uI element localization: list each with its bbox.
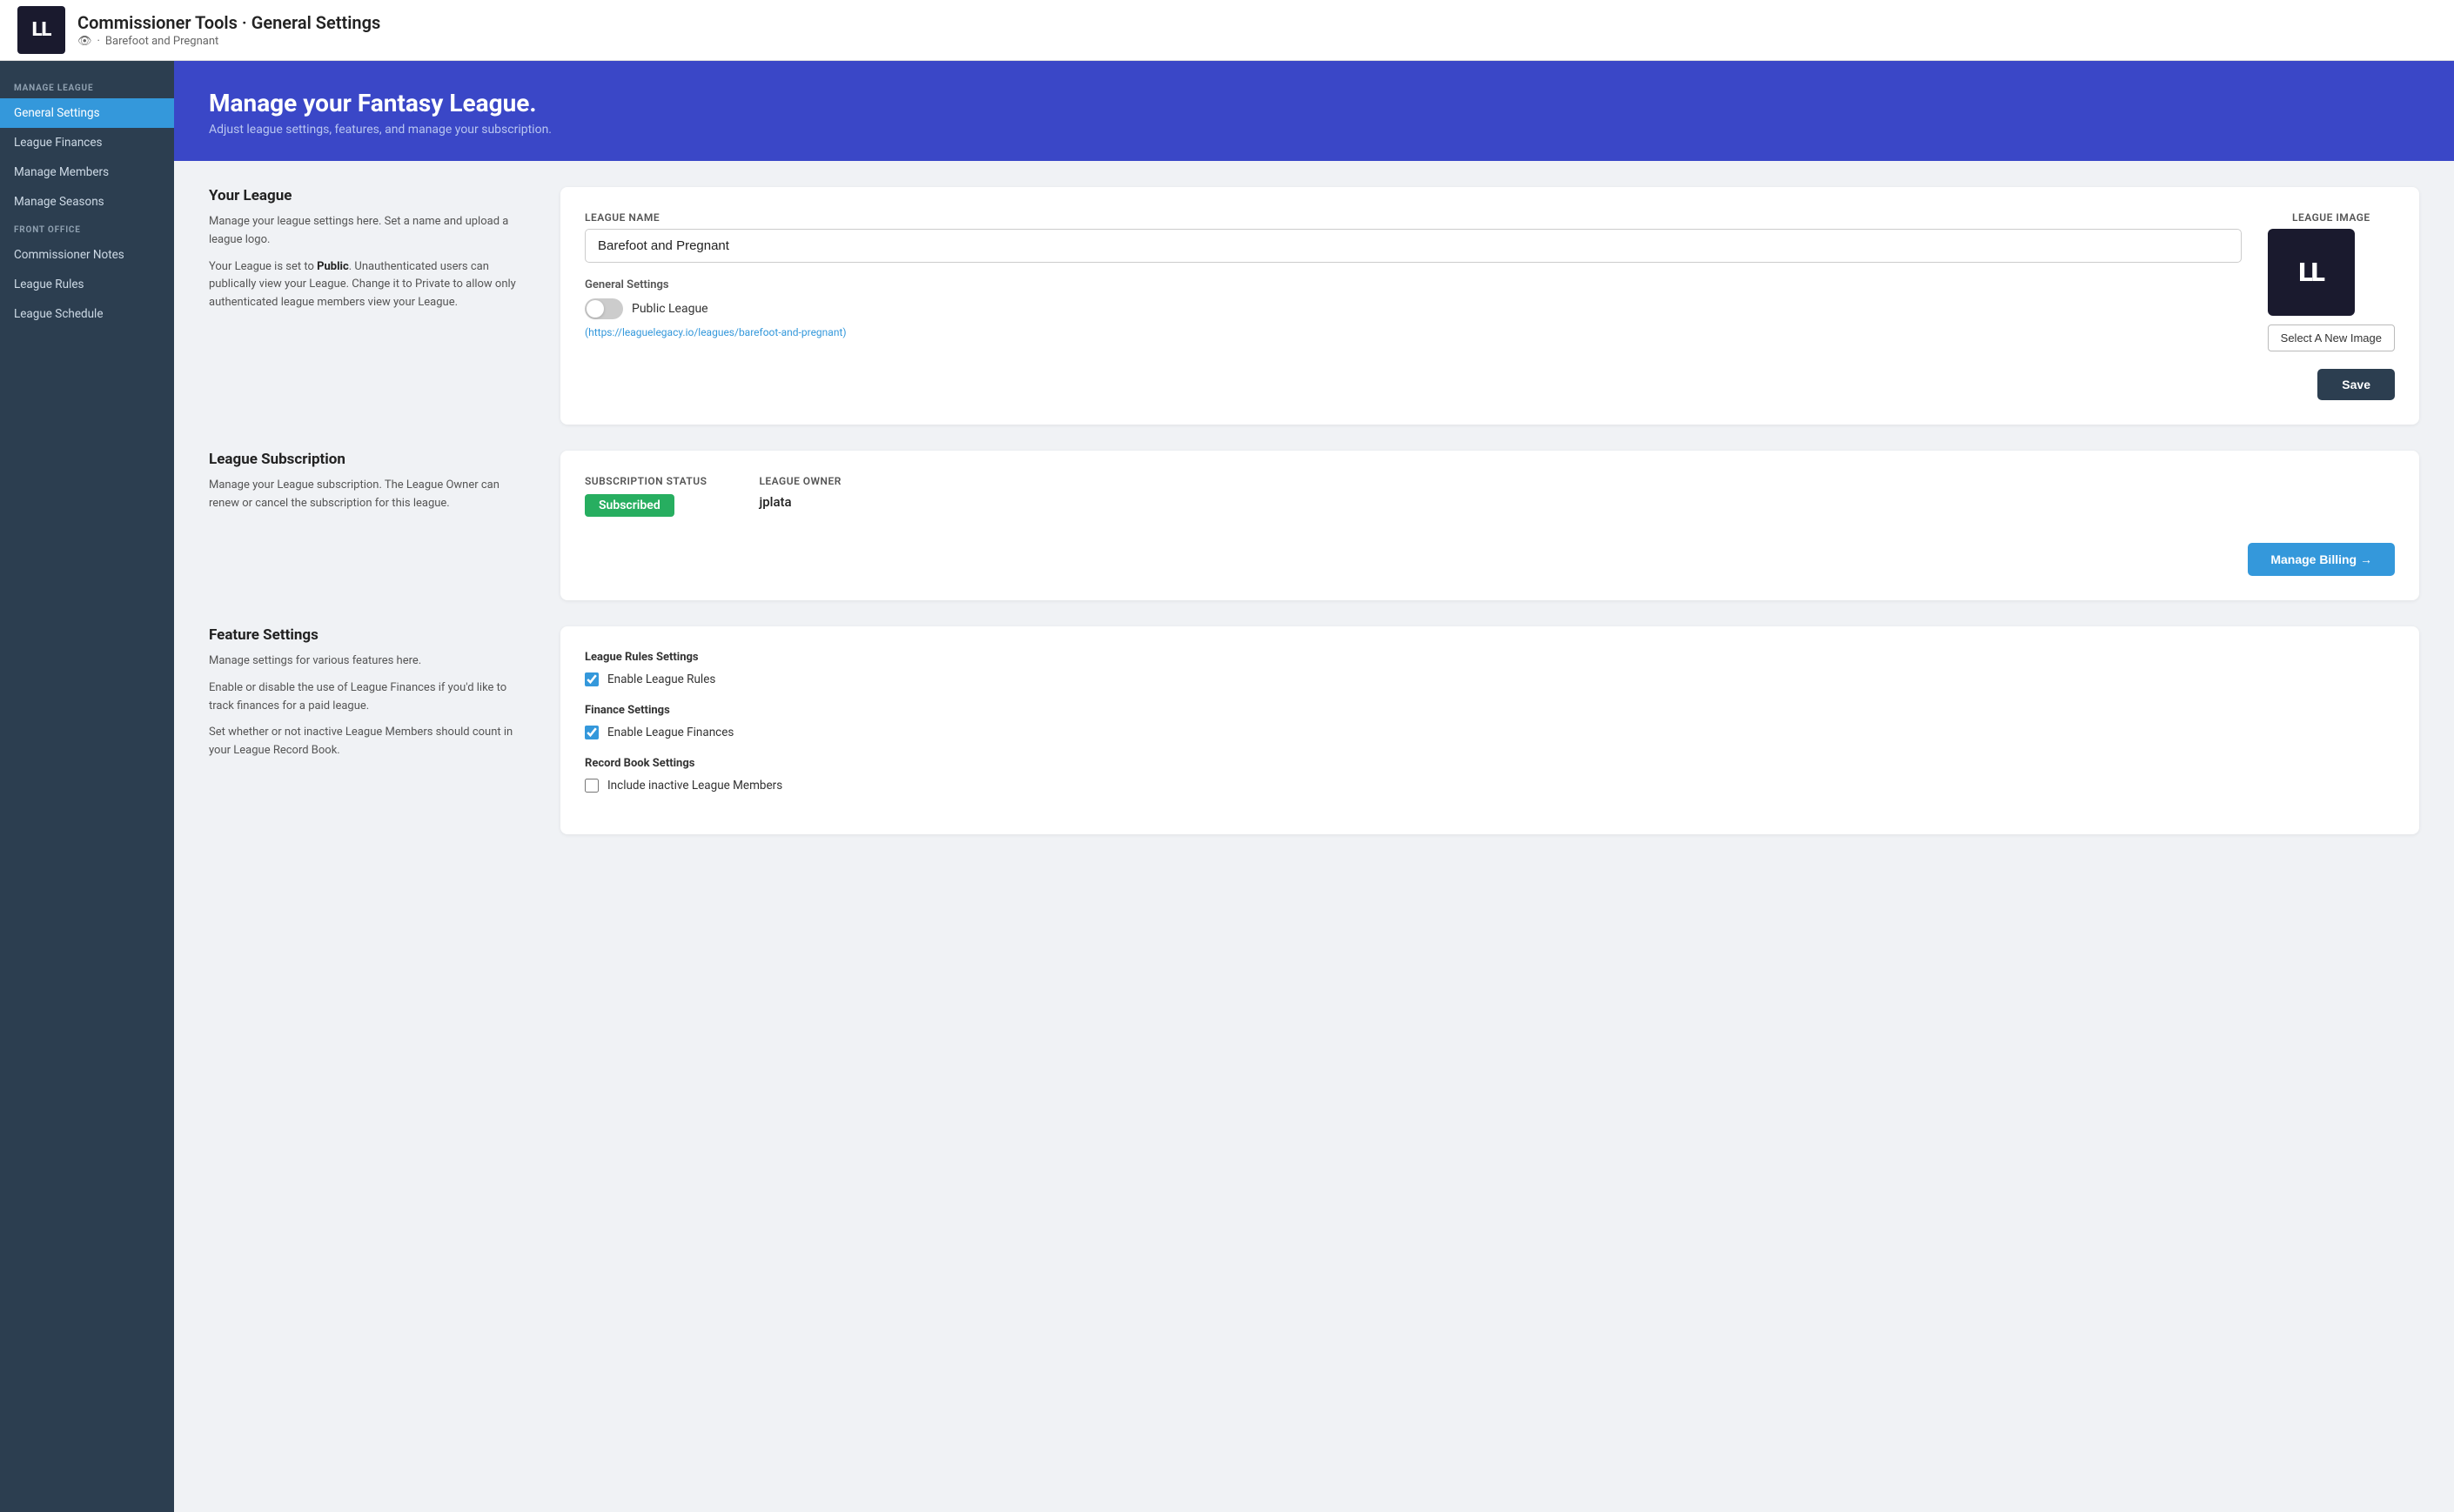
public-league-label: Public League — [632, 302, 708, 316]
league-name-image-row: League Name General Settings Public Leag… — [585, 211, 2395, 351]
your-league-desc1: Manage your league settings here. Set a … — [209, 213, 522, 250]
hero-subtitle: Adjust league settings, features, and ma… — [209, 123, 2419, 137]
toggle-knob — [587, 300, 604, 318]
save-button[interactable]: Save — [2317, 369, 2395, 400]
header-subtitle: 👁 · Barefoot and Pregnant — [77, 35, 380, 48]
feature-settings-title: Feature Settings — [209, 626, 522, 644]
league-name-block: League Name General Settings Public Leag… — [585, 211, 2242, 338]
your-league-card: League Name General Settings Public Leag… — [560, 187, 2419, 425]
feature-settings-left: Feature Settings Manage settings for var… — [209, 626, 540, 834]
subscription-status-col: Subscription Status Subscribed — [585, 475, 707, 517]
league-image-preview: LL — [2268, 229, 2355, 316]
hero-title: Manage your Fantasy League. — [209, 89, 2419, 117]
enable-league-rules-row: Enable League Rules — [585, 672, 2395, 686]
sidebar-item-commissioner-notes[interactable]: Commissioner Notes — [0, 240, 174, 270]
public-league-toggle[interactable] — [585, 298, 623, 319]
subscription-desc: Manage your League subscription. The Lea… — [209, 477, 522, 513]
page-title: Commissioner Tools · General Settings — [77, 12, 380, 33]
eye-icon: 👁 — [77, 35, 92, 48]
subtitle-dot: · — [97, 35, 100, 48]
league-rules-group-title: League Rules Settings — [585, 651, 2395, 664]
desc2-prefix: Your League is set to — [209, 260, 317, 273]
your-league-desc2: Your League is set to Public. Unauthenti… — [209, 258, 522, 312]
feature-settings-section: Feature Settings Manage settings for var… — [209, 626, 2419, 834]
your-league-title: Your League — [209, 187, 522, 204]
league-name-label: League Name — [585, 211, 2242, 224]
sidebar-item-league-finances[interactable]: League Finances — [0, 128, 174, 157]
main-content: Manage your Fantasy League. Adjust leagu… — [174, 61, 2454, 1512]
include-inactive-label: Include inactive League Members — [607, 779, 782, 793]
feature-settings-desc2: Enable or disable the use of League Fina… — [209, 679, 522, 716]
logo-text: LL — [32, 19, 51, 41]
league-image-label: League Image — [2268, 211, 2395, 224]
finance-group-title: Finance Settings — [585, 704, 2395, 717]
league-url-link[interactable]: (https://leaguelegacy.io/leagues/barefoo… — [585, 326, 2242, 338]
finance-group: Finance Settings Enable League Finances — [585, 704, 2395, 739]
feature-settings-desc3: Set whether or not inactive League Membe… — [209, 724, 522, 760]
subscription-status-label: Subscription Status — [585, 475, 707, 487]
sidebar-item-league-rules[interactable]: League Rules — [0, 270, 174, 299]
record-book-group-title: Record Book Settings — [585, 757, 2395, 770]
public-league-toggle-row: Public League — [585, 298, 2242, 319]
sidebar: MANAGE LEAGUE General Settings League Fi… — [0, 61, 174, 1512]
desc2-highlight: Public — [317, 260, 349, 273]
enable-finances-row: Enable League Finances — [585, 726, 2395, 739]
league-rules-group: League Rules Settings Enable League Rule… — [585, 651, 2395, 686]
your-league-left: Your League Manage your league settings … — [209, 187, 540, 425]
subtitle-league: Barefoot and Pregnant — [105, 35, 218, 48]
subscribed-badge: Subscribed — [585, 494, 674, 517]
select-image-button[interactable]: Select A New Image — [2268, 324, 2395, 351]
sidebar-item-general-settings[interactable]: General Settings — [0, 98, 174, 128]
include-inactive-row: Include inactive League Members — [585, 779, 2395, 793]
your-league-section: Your League Manage your league settings … — [209, 187, 2419, 425]
page-hero: Manage your Fantasy League. Adjust leagu… — [174, 61, 2454, 161]
manage-league-label: MANAGE LEAGUE — [0, 75, 174, 98]
manage-billing-row: Manage Billing → — [585, 543, 2395, 576]
league-logo-text: LL — [2298, 258, 2323, 288]
league-image-block: League Image LL Select A New Image — [2268, 211, 2395, 351]
subscription-left: League Subscription Manage your League s… — [209, 451, 540, 600]
sidebar-item-manage-seasons[interactable]: Manage Seasons — [0, 187, 174, 217]
league-name-input[interactable] — [585, 229, 2242, 263]
enable-finances-checkbox[interactable] — [585, 726, 599, 739]
league-owner-col: League Owner jplata — [759, 475, 841, 517]
sidebar-item-manage-members[interactable]: Manage Members — [0, 157, 174, 187]
sidebar-item-league-schedule[interactable]: League Schedule — [0, 299, 174, 329]
manage-billing-button[interactable]: Manage Billing → — [2248, 543, 2395, 576]
subscription-grid: Subscription Status Subscribed League Ow… — [585, 475, 2395, 517]
header: LL Commissioner Tools · General Settings… — [0, 0, 2454, 61]
owner-name: jplata — [759, 494, 841, 510]
page-body: Your League Manage your league settings … — [174, 161, 2454, 1512]
app-logo: LL — [17, 6, 65, 54]
record-book-group: Record Book Settings Include inactive Le… — [585, 757, 2395, 793]
front-office-label: FRONT OFFICE — [0, 217, 174, 240]
league-subscription-section: League Subscription Manage your League s… — [209, 451, 2419, 600]
main-layout: MANAGE LEAGUE General Settings League Fi… — [0, 61, 2454, 1512]
enable-league-rules-label: Enable League Rules — [607, 672, 715, 686]
include-inactive-checkbox[interactable] — [585, 779, 599, 793]
feature-settings-desc1: Manage settings for various features her… — [209, 652, 522, 671]
feature-settings-card: League Rules Settings Enable League Rule… — [560, 626, 2419, 834]
league-owner-label: League Owner — [759, 475, 841, 487]
save-btn-row: Save — [585, 369, 2395, 400]
subscription-title: League Subscription — [209, 451, 522, 468]
subscription-card: Subscription Status Subscribed League Ow… — [560, 451, 2419, 600]
enable-league-rules-checkbox[interactable] — [585, 672, 599, 686]
enable-finances-label: Enable League Finances — [607, 726, 734, 739]
general-settings-label: General Settings — [585, 278, 2242, 291]
header-title-block: Commissioner Tools · General Settings 👁 … — [77, 12, 380, 48]
